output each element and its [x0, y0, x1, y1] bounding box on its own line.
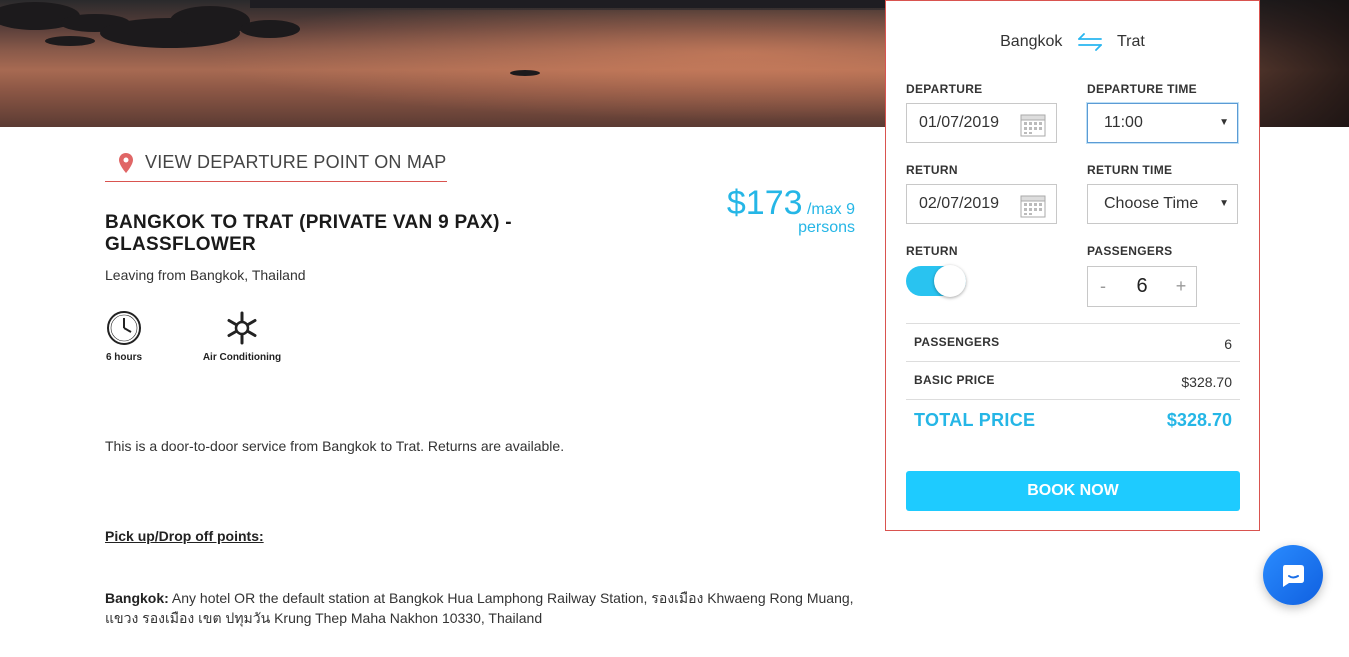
- passengers-decrement-button[interactable]: -: [1088, 276, 1118, 297]
- swap-arrows-icon[interactable]: [1077, 33, 1103, 51]
- basic-price-value: $328.70: [1181, 374, 1232, 390]
- summary-row-passengers: PASSENGERS 6: [906, 323, 1240, 361]
- summary-row-total-price: TOTAL PRICE $328.70: [906, 399, 1240, 441]
- price-summary: PASSENGERS 6 BASIC PRICE $328.70 TOTAL P…: [906, 323, 1240, 441]
- summary-passengers-label: PASSENGERS: [914, 335, 1000, 349]
- price-unit: /max 9: [806, 201, 855, 218]
- chat-button[interactable]: [1263, 545, 1323, 605]
- leaving-from: Leaving from Bangkok, Thailand: [105, 267, 306, 283]
- chat-bubble-icon: [1283, 565, 1304, 587]
- return-date-value: 02/07/2019: [919, 195, 1000, 212]
- route-header: Bangkok Trat: [886, 33, 1259, 51]
- feature-air-conditioning: Air Conditioning: [195, 310, 289, 363]
- clock-icon: [107, 311, 141, 345]
- bangkok-label: Bangkok:: [105, 590, 169, 606]
- return-time-value: Choose Time: [1104, 195, 1199, 212]
- return-time-label: RETURN TIME: [1087, 163, 1173, 177]
- view-map-link[interactable]: VIEW DEPARTURE POINT ON MAP: [105, 148, 447, 182]
- map-pin-icon: [119, 153, 133, 173]
- calendar-icon[interactable]: [1020, 111, 1046, 137]
- return-toggle[interactable]: [906, 265, 966, 297]
- page-title: BANGKOK TO TRAT (PRIVATE VAN 9 PAX) - GL…: [105, 212, 512, 255]
- return-toggle-label: RETURN: [906, 244, 958, 258]
- view-map-label: VIEW DEPARTURE POINT ON MAP: [145, 152, 447, 172]
- return-label: RETURN: [906, 163, 958, 177]
- description: This is a door-to-door service from Bang…: [105, 438, 565, 454]
- total-price-label: TOTAL PRICE: [914, 410, 1036, 430]
- feature-ac-label: Air Conditioning: [202, 352, 282, 363]
- total-price-value: $328.70: [1166, 410, 1232, 430]
- departure-label: DEPARTURE: [906, 82, 983, 96]
- departure-time-select[interactable]: 11:00 ▼: [1087, 103, 1238, 143]
- passengers-label: PASSENGERS: [1087, 244, 1173, 258]
- summary-row-basic-price: BASIC PRICE $328.70: [906, 361, 1240, 399]
- calendar-icon[interactable]: [1020, 192, 1046, 218]
- bangkok-text: Any hotel OR the default station at Bang…: [105, 590, 854, 626]
- pickup-heading: Pick up/Drop off points:: [105, 528, 264, 544]
- route-to: Trat: [1117, 33, 1145, 51]
- snowflake-icon: [227, 311, 257, 345]
- summary-passengers-value: 6: [1224, 336, 1232, 352]
- departure-time-value: 11:00: [1104, 114, 1143, 131]
- return-time-select[interactable]: Choose Time ▼: [1087, 184, 1238, 224]
- toggle-knob: [934, 265, 966, 297]
- bangkok-pickup-info: Bangkok: Any hotel OR the default statio…: [105, 588, 865, 628]
- price-block: $173 /max 9 persons: [660, 184, 855, 237]
- departure-date-value: 01/07/2019: [919, 114, 1000, 131]
- departure-time-label: DEPARTURE TIME: [1087, 82, 1197, 96]
- passengers-increment-button[interactable]: +: [1166, 276, 1196, 297]
- return-date-input[interactable]: 02/07/2019: [906, 184, 1057, 224]
- feature-duration: 6 hours: [100, 310, 148, 363]
- feature-duration-label: 6 hours: [105, 352, 143, 363]
- departure-date-input[interactable]: 01/07/2019: [906, 103, 1057, 143]
- route-from: Bangkok: [1000, 33, 1063, 51]
- chevron-down-icon: ▼: [1219, 198, 1229, 209]
- chevron-down-icon: ▼: [1219, 117, 1229, 128]
- basic-price-label: BASIC PRICE: [914, 373, 995, 387]
- price-amount: $173: [726, 184, 803, 222]
- passengers-stepper: - 6 +: [1087, 266, 1197, 307]
- book-now-button[interactable]: BOOK NOW: [906, 471, 1240, 511]
- passengers-value[interactable]: 6: [1118, 275, 1166, 298]
- booking-panel: Bangkok Trat DEPARTURE DEPARTURE TIME 01…: [885, 0, 1260, 531]
